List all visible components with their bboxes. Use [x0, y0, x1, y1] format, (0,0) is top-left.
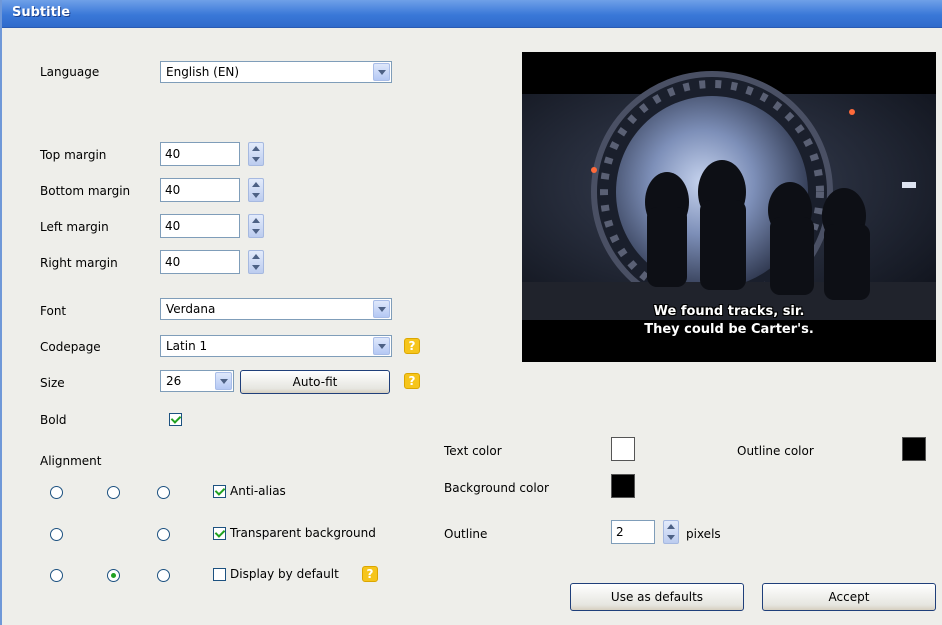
window-title: Subtitle	[12, 5, 71, 20]
bottom-margin-label: Bottom margin	[40, 184, 131, 198]
align-top-left-radio[interactable]	[50, 486, 63, 499]
codepage-help-icon[interactable]: ?	[404, 338, 420, 354]
bold-checkbox[interactable]	[169, 413, 182, 426]
anti-alias-checkbox[interactable]	[213, 485, 226, 498]
outline-color-label: Outline color	[737, 444, 814, 458]
outline-color-swatch[interactable]	[902, 437, 926, 461]
outline-field[interactable]	[612, 521, 654, 543]
chevron-down-icon[interactable]	[373, 63, 390, 81]
codepage-value: Latin 1	[166, 339, 208, 353]
bold-label: Bold	[40, 413, 67, 427]
outline-input[interactable]	[611, 520, 655, 544]
background-color-swatch[interactable]	[611, 474, 635, 498]
outline-label: Outline	[444, 527, 488, 541]
size-select[interactable]: 26	[160, 370, 234, 392]
accept-button[interactable]: Accept	[762, 583, 936, 611]
left-margin-field[interactable]	[161, 215, 239, 237]
align-top-center-radio[interactable]	[107, 486, 120, 499]
size-value: 26	[166, 374, 182, 388]
language-select[interactable]: English (EN)	[160, 61, 392, 83]
use-as-defaults-button[interactable]: Use as defaults	[570, 583, 744, 611]
codepage-select[interactable]: Latin 1	[160, 335, 392, 357]
title-bar[interactable]: Subtitle	[2, 0, 942, 28]
language-label: Language	[40, 65, 100, 79]
size-help-icon[interactable]: ?	[404, 373, 420, 389]
font-label: Font	[40, 304, 67, 318]
left-margin-stepper[interactable]	[248, 214, 264, 238]
anti-alias-label[interactable]: Anti-alias	[230, 484, 286, 498]
bottom-margin-input[interactable]	[160, 178, 240, 202]
font-select[interactable]: Verdana	[160, 298, 392, 320]
top-margin-stepper[interactable]	[248, 142, 264, 166]
right-margin-field[interactable]	[161, 251, 239, 273]
text-color-label: Text color	[444, 444, 502, 458]
chevron-down-icon[interactable]	[373, 337, 390, 355]
text-color-swatch[interactable]	[611, 437, 635, 461]
transparent-background-label[interactable]: Transparent background	[230, 526, 376, 540]
language-value: English (EN)	[166, 65, 240, 79]
outline-unit-label: pixels	[686, 527, 721, 541]
subtitle-preview: We found tracks, sir. They could be Cart…	[522, 52, 936, 362]
auto-fit-button[interactable]: Auto-fit	[240, 370, 390, 394]
display-by-default-checkbox[interactable]	[213, 568, 226, 581]
right-margin-label: Right margin	[40, 256, 118, 270]
size-label: Size	[40, 376, 65, 390]
align-middle-right-radio[interactable]	[157, 528, 170, 541]
outline-stepper[interactable]	[663, 520, 679, 544]
bottom-margin-field[interactable]	[161, 179, 239, 201]
chevron-down-icon[interactable]	[373, 300, 390, 318]
display-by-default-label[interactable]: Display by default	[230, 567, 339, 581]
align-bottom-left-radio[interactable]	[50, 569, 63, 582]
left-margin-input[interactable]	[160, 214, 240, 238]
left-margin-label: Left margin	[40, 220, 109, 234]
right-margin-input[interactable]	[160, 250, 240, 274]
align-bottom-right-radio[interactable]	[157, 569, 170, 582]
top-margin-field[interactable]	[161, 143, 239, 165]
alignment-label: Alignment	[40, 454, 102, 468]
subtitle-line-1: We found tracks, sir.	[653, 304, 805, 319]
align-middle-left-radio[interactable]	[50, 528, 63, 541]
bottom-margin-stepper[interactable]	[248, 178, 264, 202]
right-margin-stepper[interactable]	[248, 250, 264, 274]
transparent-background-checkbox[interactable]	[213, 527, 226, 540]
align-bottom-center-radio[interactable]	[107, 569, 120, 582]
codepage-label: Codepage	[40, 340, 101, 354]
top-margin-label: Top margin	[40, 148, 107, 162]
top-margin-input[interactable]	[160, 142, 240, 166]
font-value: Verdana	[166, 302, 216, 316]
align-top-right-radio[interactable]	[157, 486, 170, 499]
background-color-label: Background color	[444, 481, 549, 495]
display-by-default-help-icon[interactable]: ?	[362, 566, 378, 582]
subtitle-line-2: They could be Carter's.	[644, 322, 814, 337]
subtitle-dialog: Subtitle Language English (EN) Top margi…	[0, 0, 942, 625]
chevron-down-icon[interactable]	[215, 372, 232, 390]
